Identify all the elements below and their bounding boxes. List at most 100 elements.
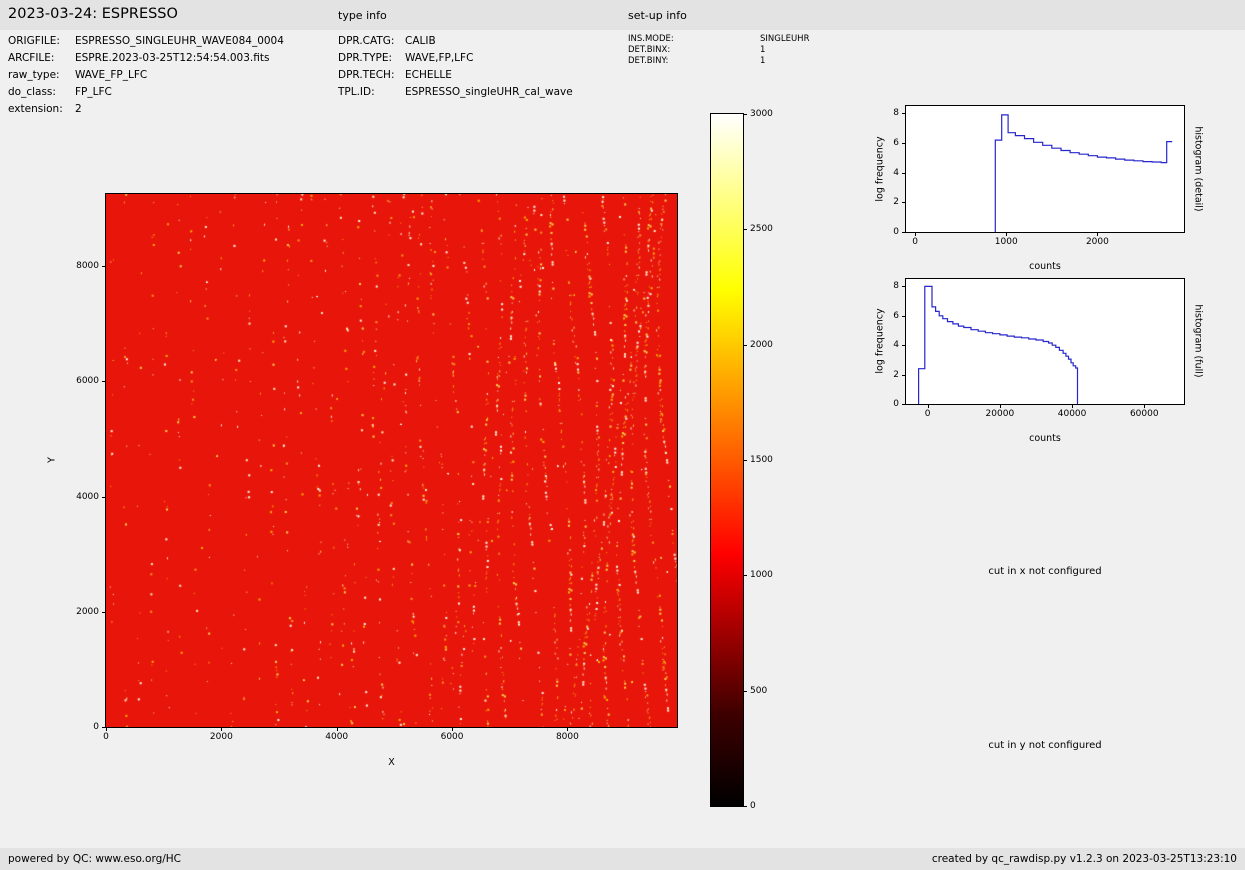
file-info-value: ESPRE.2023-03-25T12:54:54.003.fits: [75, 50, 269, 67]
footer-created-by: created by qc_rawdisp.py v1.2.3 on 2023-…: [932, 853, 1237, 865]
colorbar-tick-label: 1000: [750, 570, 773, 580]
type-info-value: ESPRESSO_singleUHR_cal_wave: [405, 84, 573, 101]
histogram-detail-plot: 01000200002468: [905, 105, 1185, 233]
x-tick: [1000, 404, 1001, 408]
file-info-block: ORIGFILE: ESPRESSO_SINGLEUHR_WAVE084_000…: [8, 33, 284, 118]
x-tick: [1006, 232, 1007, 236]
hist-full-x-axis-label: counts: [905, 433, 1185, 444]
file-info-row: extension: 2: [8, 101, 284, 118]
type-info-value: ECHELLE: [405, 67, 452, 84]
colorbar: 050010001500200025003000: [710, 113, 744, 807]
cut-in-x-note: cut in x not configured: [905, 566, 1185, 577]
x-tick: [1072, 404, 1073, 408]
setup-info-block: INS.MODE: SINGLEUHR DET.BINX: 1 DET.BINY…: [628, 34, 809, 67]
y-tick: [102, 497, 106, 498]
colorbar-tick-label: 2500: [750, 224, 773, 234]
x-tick: [567, 727, 568, 731]
hist-detail-y-axis-label: log frequency: [875, 136, 886, 201]
x-tick-label: 4000: [325, 732, 348, 742]
x-tick-label: 1000: [995, 237, 1018, 247]
histogram-line: [919, 286, 1078, 404]
y-tick-label: 8: [893, 108, 899, 118]
file-info-row: ORIGFILE: ESPRESSO_SINGLEUHR_WAVE084_000…: [8, 33, 284, 50]
hist-detail-right-label: histogram (detail): [1193, 126, 1204, 211]
y-tick-label: 6: [893, 138, 899, 148]
file-info-value: ESPRESSO_SINGLEUHR_WAVE084_0004: [75, 33, 284, 50]
y-tick: [902, 404, 906, 405]
x-tick: [337, 727, 338, 731]
qc-report-page: 2023-03-24: ESPRESSO type info set-up in…: [0, 0, 1245, 870]
setup-info-row: INS.MODE: SINGLEUHR: [628, 34, 809, 45]
x-tick-label: 60000: [1130, 409, 1159, 419]
x-tick-label: 6000: [441, 732, 464, 742]
colorbar-tick: [743, 229, 747, 230]
y-tick-label: 0: [893, 399, 899, 409]
x-tick: [452, 727, 453, 731]
y-tick-label: 6000: [76, 376, 99, 386]
type-info-key: TPL.ID:: [338, 84, 405, 101]
y-tick-label: 0: [893, 227, 899, 237]
setup-info-heading: set-up info: [628, 9, 687, 22]
y-tick-label: 4: [893, 168, 899, 178]
type-info-row: DPR.TYPE: WAVE,FP,LFC: [338, 50, 573, 67]
type-info-value: WAVE,FP,LFC: [405, 50, 473, 67]
colorbar-tick-label: 0: [750, 801, 756, 811]
y-tick-label: 8000: [76, 261, 99, 271]
setup-info-row: DET.BINX: 1: [628, 45, 809, 56]
colorbar-tick: [743, 114, 747, 115]
x-tick-label: 2000: [210, 732, 233, 742]
y-tick: [102, 381, 106, 382]
page-title: 2023-03-24: ESPRESSO: [8, 6, 178, 22]
y-tick: [902, 232, 906, 233]
y-tick: [102, 266, 106, 267]
type-info-heading: type info: [338, 9, 387, 22]
x-tick: [106, 727, 107, 731]
x-tick-label: 2000: [1086, 237, 1109, 247]
y-tick-label: 8: [893, 281, 899, 291]
y-tick: [902, 173, 906, 174]
colorbar-tick: [743, 460, 747, 461]
x-tick: [1144, 404, 1145, 408]
x-tick-label: 40000: [1058, 409, 1087, 419]
y-tick-label: 6: [893, 311, 899, 321]
x-tick-label: 20000: [986, 409, 1015, 419]
file-info-key: extension:: [8, 101, 75, 118]
file-info-value: 2: [75, 101, 82, 118]
raw-frame-plot: 0200040006000800002000400060008000: [105, 193, 678, 728]
y-tick-label: 0: [93, 722, 99, 732]
file-info-key: do_class:: [8, 84, 75, 101]
y-tick: [902, 202, 906, 203]
file-info-row: raw_type: WAVE_FP_LFC: [8, 67, 284, 84]
type-info-row: TPL.ID: ESPRESSO_singleUHR_cal_wave: [338, 84, 573, 101]
y-tick-label: 4: [893, 340, 899, 350]
type-info-block: DPR.CATG: CALIB DPR.TYPE: WAVE,FP,LFC DP…: [338, 33, 573, 101]
y-tick: [902, 286, 906, 287]
colorbar-tick: [743, 806, 747, 807]
file-info-row: ARCFILE: ESPRE.2023-03-25T12:54:54.003.f…: [8, 50, 284, 67]
y-tick-label: 2: [893, 370, 899, 380]
hist-detail-canvas: [906, 106, 1184, 232]
file-info-key: raw_type:: [8, 67, 75, 84]
file-info-key: ORIGFILE:: [8, 33, 75, 50]
type-info-row: DPR.CATG: CALIB: [338, 33, 573, 50]
x-tick-label: 0: [925, 409, 931, 419]
x-tick-label: 0: [912, 237, 918, 247]
hist-detail-x-axis-label: counts: [905, 261, 1185, 272]
colorbar-tick: [743, 575, 747, 576]
header-bar: [0, 0, 1245, 30]
colorbar-tick: [743, 691, 747, 692]
cut-in-y-note: cut in y not configured: [905, 740, 1185, 751]
y-tick-label: 4000: [76, 492, 99, 502]
y-tick-label: 2000: [76, 607, 99, 617]
x-tick: [928, 404, 929, 408]
main-y-axis-label: Y: [47, 457, 58, 463]
footer-powered-by: powered by QC: www.eso.org/HC: [8, 853, 181, 865]
file-info-key: ARCFILE:: [8, 50, 75, 67]
main-x-axis-label: X: [105, 757, 678, 768]
hist-full-y-axis-label: log frequency: [875, 308, 886, 373]
file-info-value: FP_LFC: [75, 84, 112, 101]
setup-info-value: 1: [760, 56, 765, 67]
x-tick-label: 0: [103, 732, 109, 742]
y-tick: [902, 316, 906, 317]
y-tick: [902, 375, 906, 376]
